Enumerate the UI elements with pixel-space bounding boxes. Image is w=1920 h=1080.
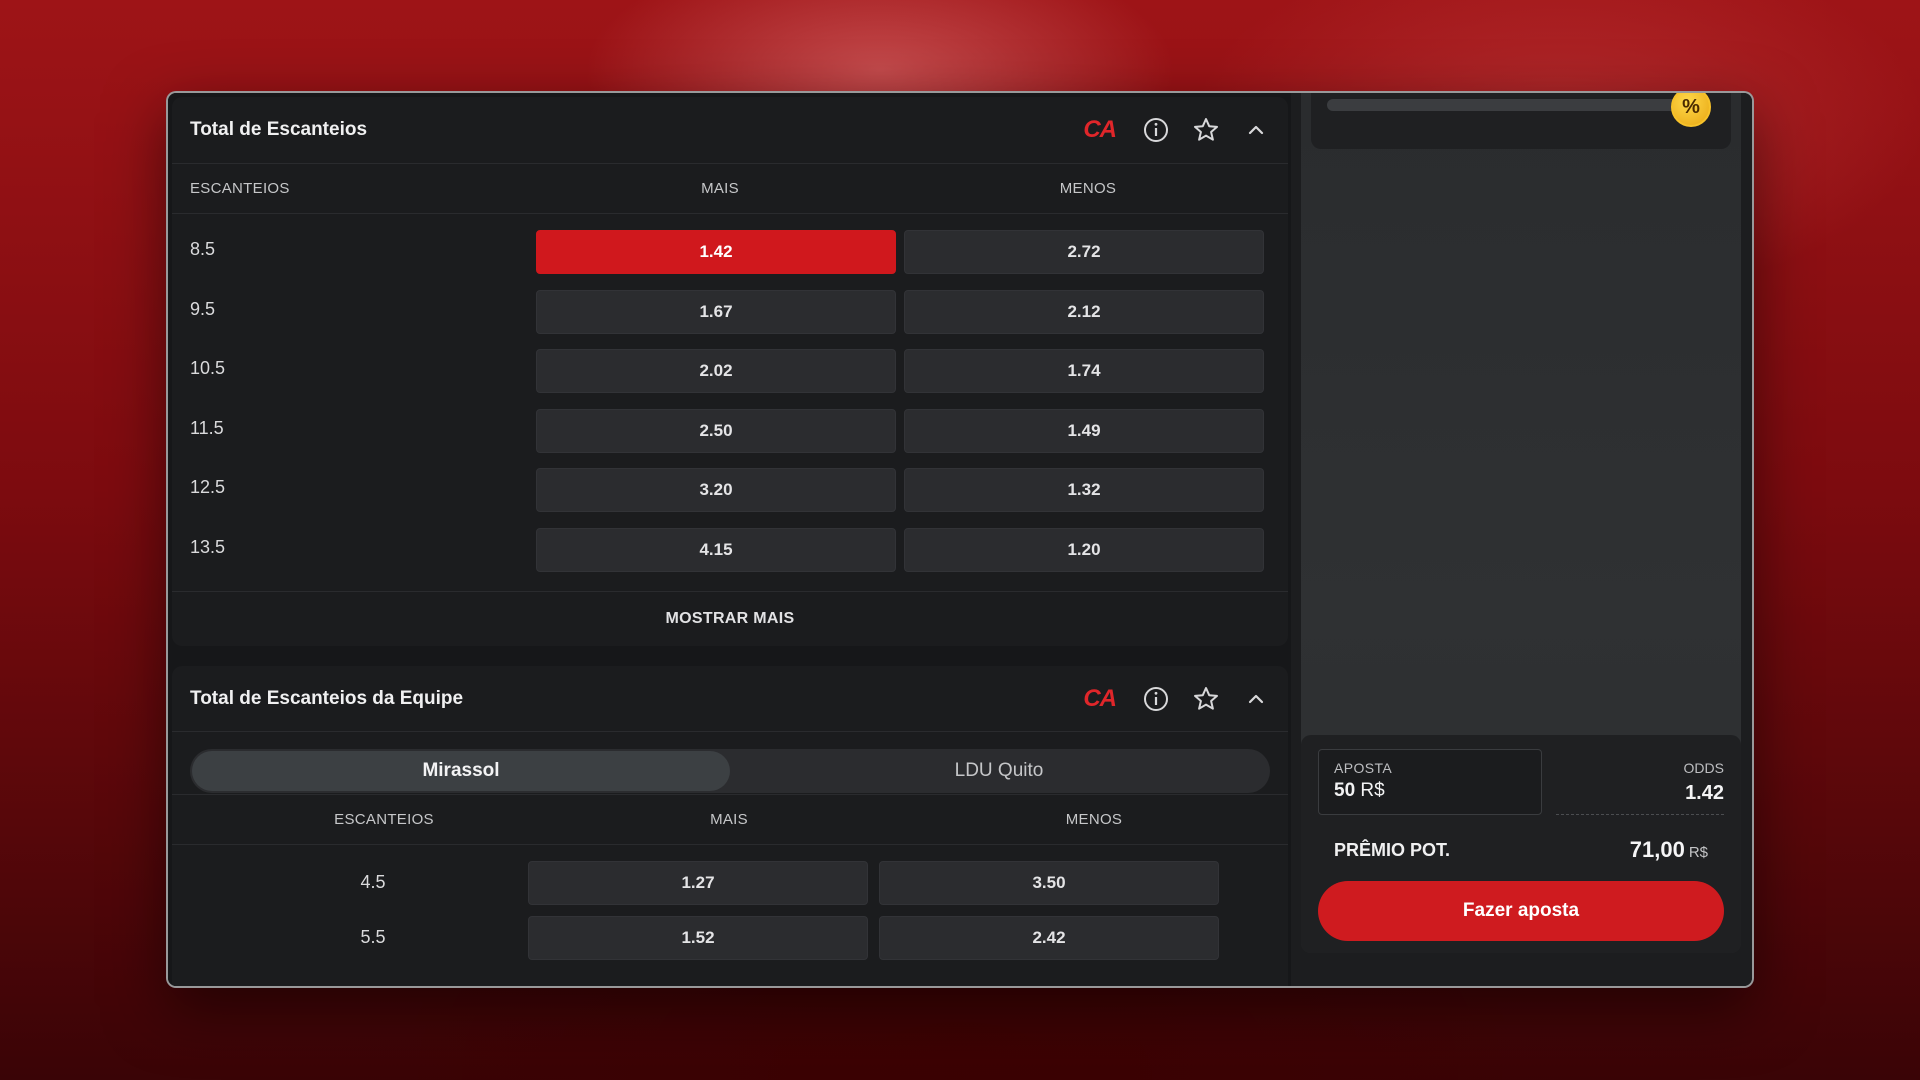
odd-button-over[interactable]: 1.42 [536, 230, 896, 274]
team-switcher-area: Mirassol LDU Quito [172, 732, 1288, 795]
bet-summary: APOSTA 50 R$ ODDS 1.42 PRÊMIO POT. 71,00… [1301, 735, 1741, 953]
column-under: MENOS [1059, 180, 1117, 197]
stake-amount: 50 [1334, 780, 1356, 801]
odd-button-over[interactable]: 3.20 [536, 468, 896, 512]
odd-button-over[interactable]: 4.15 [536, 527, 896, 572]
table-row: 5.5 1.52 2.42 [172, 916, 1288, 971]
odd-button-over[interactable]: 1.52 [528, 916, 868, 960]
table-row: 11.5 2.50 1.49 [172, 408, 1288, 469]
line-label: 10.5 [190, 358, 226, 378]
column-under: MENOS [1065, 811, 1123, 828]
odd-button-under[interactable]: 2.72 [904, 230, 1264, 274]
table-row: 8.5 1.42 2.72 [172, 230, 1288, 290]
market-header[interactable]: Total de Escanteios CA [172, 97, 1288, 164]
column-over: MAIS [701, 180, 739, 197]
star-icon[interactable] [1192, 685, 1220, 713]
total-odds: ODDS 1.42 [1556, 749, 1724, 815]
prize-value: 71,00 R$ [1630, 837, 1724, 863]
column-headers: ESCANTEIOS MAIS MENOS [172, 795, 1288, 845]
table-row: 9.5 1.67 2.12 [172, 289, 1288, 350]
stake-label: APOSTA [1334, 760, 1393, 776]
prize-label: PRÊMIO POT. [1334, 839, 1451, 860]
odd-button-over[interactable]: 2.02 [536, 349, 896, 393]
percent-coin-icon[interactable]: % [1671, 93, 1711, 127]
odds-value: 1.42 [1685, 782, 1724, 804]
chevron-up-icon[interactable] [1242, 685, 1270, 713]
column-over: MAIS [710, 811, 748, 828]
market-title: Total de Escanteios da Equipe [190, 687, 464, 709]
stake-value: 50 R$ [1334, 780, 1526, 802]
odd-button-under[interactable]: 1.49 [904, 408, 1264, 453]
table-row: 12.5 3.20 1.32 [172, 468, 1288, 528]
market-team-corners: Total de Escanteios da Equipe CA Mirasso… [172, 666, 1288, 986]
stake-currency: R$ [1360, 780, 1385, 801]
odd-button-under[interactable]: 2.12 [904, 289, 1264, 334]
odds-rows: 8.5 1.42 2.72 9.5 1.67 2.12 10.5 2.02 1.… [172, 214, 1288, 587]
line-label: 8.5 [190, 239, 216, 259]
line-label: 4.5 [360, 872, 386, 892]
column-corners: ESCANTEIOS [190, 180, 290, 197]
line-label: 12.5 [190, 477, 226, 497]
prize-currency: R$ [1688, 844, 1708, 861]
odds-label: ODDS [1683, 760, 1724, 776]
star-icon[interactable] [1192, 116, 1220, 144]
ca-badge: CA [1083, 684, 1117, 712]
ca-badge: CA [1083, 116, 1117, 143]
chevron-up-icon[interactable] [1242, 116, 1270, 144]
promo-progress-bar [1327, 99, 1677, 111]
markets-column: Total de Escanteios CA ESCANTEIOS MAIS M… [168, 93, 1291, 986]
line-label: 5.5 [360, 927, 386, 947]
market-total-corners: Total de Escanteios CA ESCANTEIOS MAIS M… [172, 97, 1288, 646]
odds-rows: 4.5 1.27 3.50 5.5 1.52 2.42 [172, 845, 1288, 971]
odd-button-over[interactable]: 1.27 [528, 861, 868, 905]
line-label: 13.5 [190, 536, 226, 557]
stake-input[interactable]: APOSTA 50 R$ [1318, 749, 1542, 815]
info-icon[interactable] [1142, 685, 1170, 713]
betslip-column: % APOSTA 50 R$ ODDS 1.42 PRÊMIO POT. 71,… [1291, 93, 1752, 986]
tab-mirassol[interactable]: Mirassol [192, 751, 730, 791]
market-title: Total de Escanteios [190, 119, 368, 140]
prize-amount: 71,00 [1629, 837, 1685, 862]
odd-button-under[interactable]: 1.32 [904, 468, 1264, 512]
market-header[interactable]: Total de Escanteios da Equipe CA [172, 666, 1288, 732]
odd-button-over[interactable]: 2.50 [536, 408, 896, 453]
promo-card: % [1311, 93, 1731, 149]
odd-button-over[interactable]: 1.67 [536, 289, 896, 334]
odd-button-under[interactable]: 1.20 [904, 527, 1264, 572]
betting-window: Total de Escanteios CA ESCANTEIOS MAIS M… [166, 91, 1754, 988]
table-row: 4.5 1.27 3.50 [172, 861, 1288, 916]
line-label: 11.5 [190, 417, 224, 438]
odd-button-under[interactable]: 1.74 [904, 349, 1264, 393]
tab-ldu-quito[interactable]: LDU Quito [730, 751, 1268, 791]
line-label: 9.5 [190, 298, 216, 319]
info-icon[interactable] [1142, 116, 1170, 144]
team-switcher: Mirassol LDU Quito [190, 749, 1270, 793]
column-headers: ESCANTEIOS MAIS MENOS [172, 164, 1288, 214]
column-corners: ESCANTEIOS [334, 811, 434, 828]
odd-button-under[interactable]: 3.50 [879, 861, 1219, 905]
odd-button-under[interactable]: 2.42 [879, 916, 1219, 960]
table-row: 13.5 4.15 1.20 [172, 527, 1288, 588]
potential-prize: PRÊMIO POT. 71,00 R$ [1318, 835, 1724, 865]
place-bet-button[interactable]: Fazer aposta [1318, 881, 1724, 941]
table-row: 10.5 2.02 1.74 [172, 349, 1288, 409]
show-more-button[interactable]: MOSTRAR MAIS [172, 591, 1288, 646]
